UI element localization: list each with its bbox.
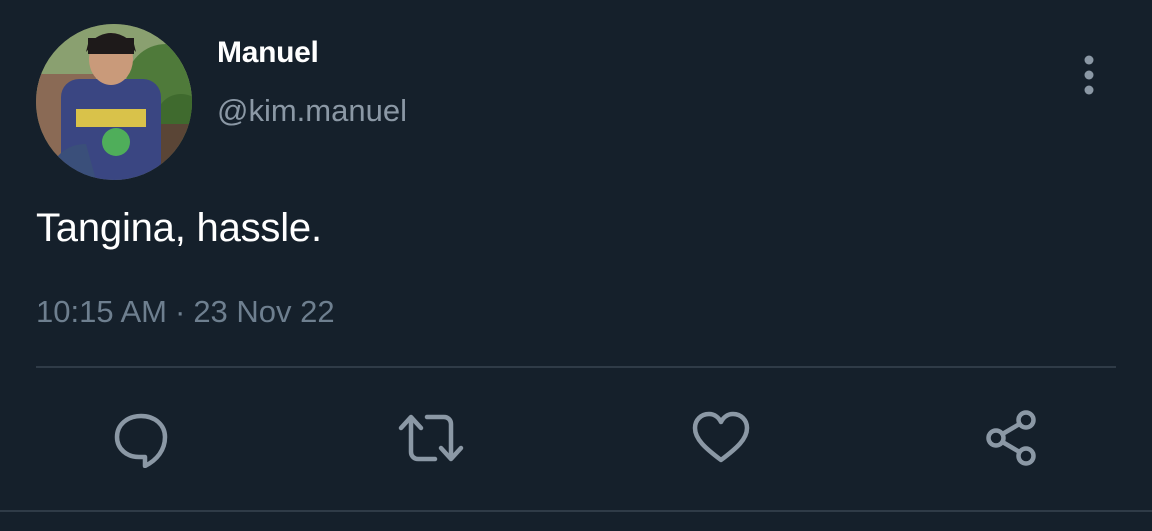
retweet-button[interactable] [397, 404, 465, 472]
tweet-time: 10:15 AM [36, 294, 167, 329]
retweet-arrows-icon [398, 414, 464, 462]
divider [36, 366, 1116, 368]
divider [0, 510, 1152, 512]
tweet-detail: Manuel @kim.manuel Tangina, hassle. 10:1… [0, 0, 1152, 531]
share-button[interactable] [978, 404, 1046, 472]
speech-bubble-icon [114, 413, 168, 468]
share-nodes-icon [986, 410, 1036, 466]
tweet-timestamp: 10:15 AM · 23 Nov 22 [36, 294, 335, 330]
user-handle[interactable]: @kim.manuel [217, 93, 407, 129]
avatar-photo [36, 24, 192, 180]
reply-button[interactable] [107, 404, 175, 472]
more-options-button[interactable] [1068, 52, 1110, 98]
heart-icon [692, 411, 750, 463]
tweet-text: Tangina, hassle. [36, 206, 322, 250]
display-name[interactable]: Manuel [217, 36, 319, 70]
avatar[interactable] [36, 24, 192, 180]
tweet-date: 23 Nov 22 [193, 294, 335, 329]
more-vertical-icon [1084, 55, 1094, 95]
meta-separator: · [174, 294, 186, 329]
like-button[interactable] [687, 404, 755, 472]
